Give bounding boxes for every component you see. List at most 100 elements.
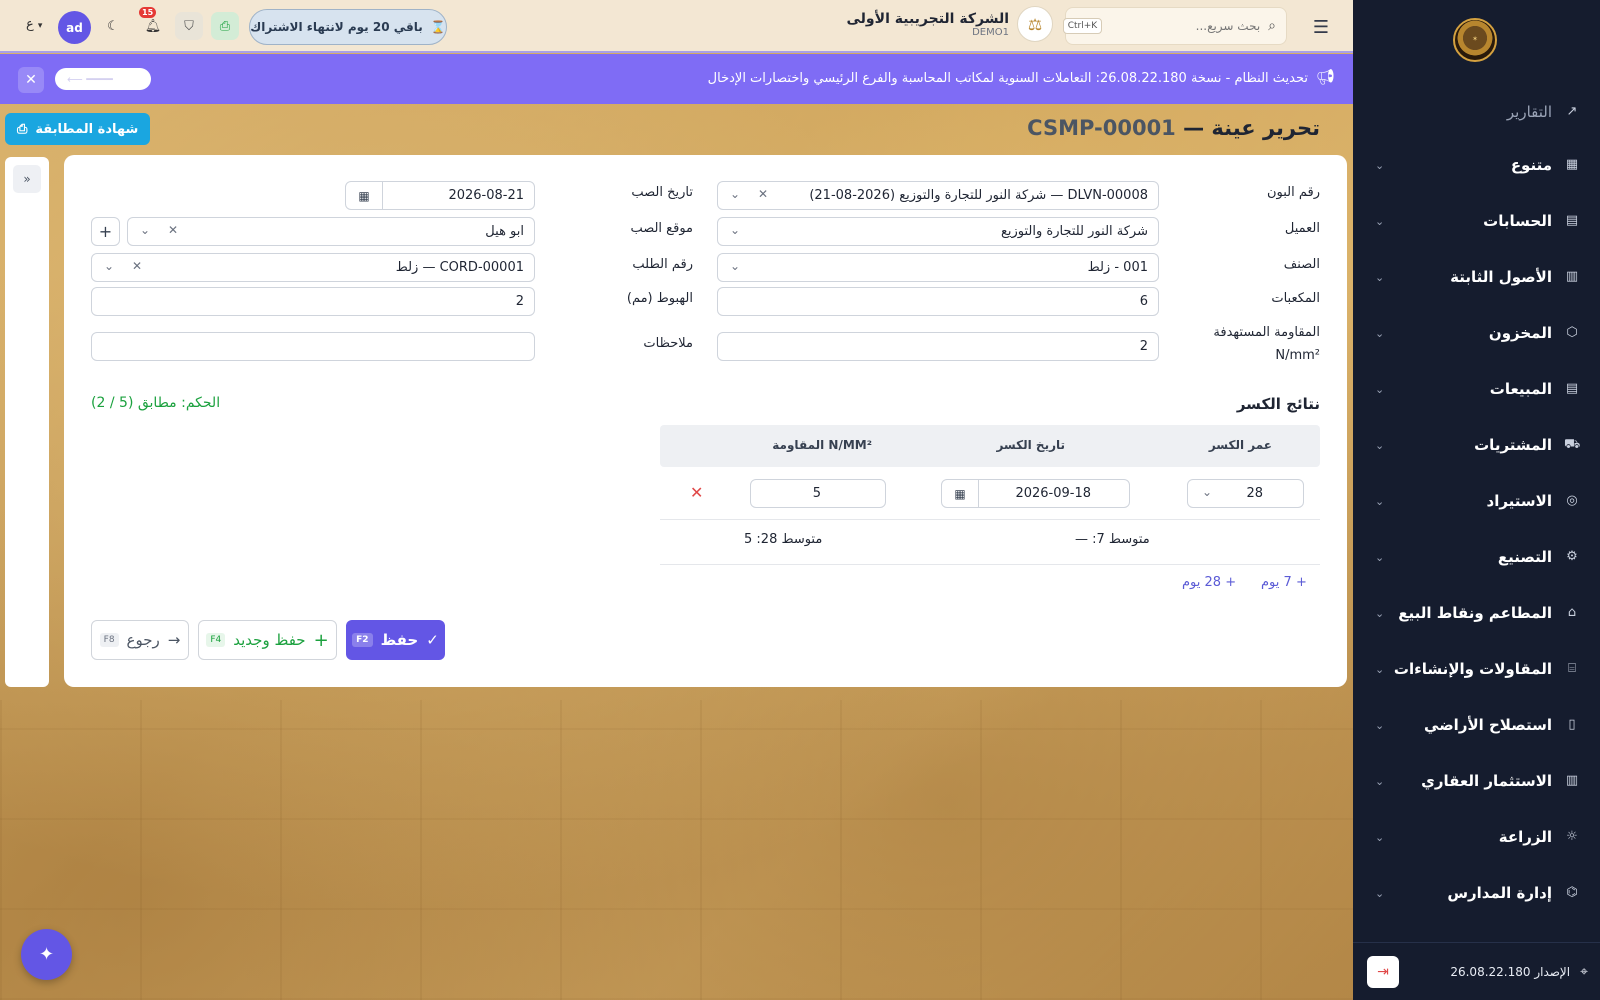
sidebar-item-contracting[interactable]: ⌸ المقاولات والإنشاءات ⌄ (1353, 649, 1600, 689)
notes-input[interactable] (91, 332, 535, 361)
notifications-button[interactable]: 🔔︎ 15 (139, 7, 167, 40)
theme-toggle[interactable]: ☾ (99, 12, 127, 40)
calendar-icon[interactable]: ▦ (942, 480, 979, 507)
certificate-label: شهادة المطابقة (35, 121, 139, 137)
search-input[interactable] (1110, 19, 1261, 33)
sidebar-item-land-reclamation[interactable]: ▯ استصلاح الأراضي ⌄ (1353, 705, 1600, 745)
sidebar-footer: ⇥ الإصدار 26.08.22.180 ⌖ (1353, 942, 1600, 1000)
clear-icon[interactable]: ✕ (132, 259, 142, 273)
back-button[interactable]: F8 رجوع → (91, 620, 189, 660)
chevron-down-icon[interactable]: ⌄ (1202, 485, 1212, 499)
quick-search[interactable]: ⌕ Ctrl+K (1062, 7, 1287, 45)
strength-input[interactable]: 5 (750, 479, 886, 508)
order-select[interactable]: CORD-00001 — زلط ✕ ⌄ (91, 253, 535, 282)
clear-icon[interactable]: ✕ (758, 187, 768, 201)
sample-code: CSMP-00001 (1027, 116, 1176, 140)
menu-icon[interactable]: ☰ (1313, 17, 1329, 38)
box-icon: ⬡ (1566, 325, 1578, 340)
check-icon: ✓ (426, 631, 439, 649)
add-site-button[interactable]: + (91, 217, 120, 246)
save-button[interactable]: F2 حفظ ✓ (346, 620, 445, 660)
remove-row-icon[interactable]: ✕ (690, 483, 703, 502)
sidebar-item-schools[interactable]: ⌬ إدارة المدارس ⌄ (1353, 873, 1600, 913)
row-divider (660, 519, 1320, 520)
chevron-down-icon: ⌄ (1375, 886, 1385, 900)
chevron-down-icon[interactable]: ⌄ (140, 223, 150, 237)
sidebar-item-real-estate[interactable]: ▥ الاستثمار العقاري ⌄ (1353, 761, 1600, 801)
sidebar-item-inventory[interactable]: ⬡ المخزون ⌄ (1353, 313, 1600, 353)
bank-icon: ⌸ (1568, 661, 1576, 676)
pour-date-label: تاريخ الصب (631, 185, 693, 200)
slump-label: الهبوط (مم) (626, 291, 693, 306)
add-7-label: 7 يوم (1261, 575, 1292, 590)
company-switcher[interactable]: ⚖ الشركة التجريبية الأولى DEMO1 (847, 6, 1053, 42)
cubes-input[interactable]: 6 (717, 287, 1159, 316)
sidebar-item-sales[interactable]: ▤ المبيعات ⌄ (1353, 369, 1600, 409)
logout-icon[interactable]: ⇥ (1367, 955, 1399, 988)
save-new-button[interactable]: F4 حفظ وجديد + (198, 620, 337, 660)
chevron-down-icon: ⌄ (1375, 270, 1385, 284)
item-select[interactable]: 001 - زلط ⌄ (717, 253, 1159, 282)
chevron-down-icon[interactable]: ⌄ (104, 259, 114, 273)
chevron-down-icon: ⌄ (1375, 718, 1385, 732)
chevron-down-icon[interactable]: ⌄ (730, 259, 740, 273)
close-icon[interactable]: ✕ (18, 67, 44, 93)
calendar-icon[interactable]: ▦ (346, 182, 383, 209)
chevron-down-icon[interactable]: ⌄ (730, 223, 740, 237)
sidebar-item-accounts[interactable]: ▤ الحسابات ⌄ (1353, 201, 1600, 241)
avatar[interactable]: ad (58, 11, 91, 44)
company-name: الشركة التجريبية الأولى (846, 10, 1009, 27)
chevron-down-icon: ⌄ (1375, 438, 1385, 452)
chevron-down-icon: ⌄ (1375, 382, 1385, 396)
page-title: تحرير عينة — CSMP-00001 (1027, 116, 1320, 140)
pour-site-select[interactable]: ابو هيل ✕ ⌄ (127, 217, 535, 246)
shield-button[interactable]: ⛉ (175, 12, 203, 40)
age-select[interactable]: 28 ⌄ (1187, 479, 1304, 508)
target-strength-label: المقاومة المستهدفة N/mm² (1213, 321, 1320, 367)
sidebar-item-label: الاستثمار العقاري (1421, 772, 1552, 790)
printer-icon: ⎙ (17, 121, 28, 137)
target-strength-unit: N/mm² (1275, 348, 1320, 363)
break-date-field[interactable]: ▦ 2026-09-18 (941, 479, 1130, 508)
sidebar-item-reports[interactable]: ↗ التقارير (1353, 98, 1600, 126)
sidebar-item-restaurants[interactable]: ⌂ المطاعم ونقاط البيع ⌄ (1353, 593, 1600, 633)
certificate-button[interactable]: ⎙ شهادة المطابقة (5, 113, 151, 145)
notification-count: 15 (139, 7, 157, 18)
side-panel: » (5, 157, 49, 687)
announcement-link[interactable]: ⟵ ━━━━ (55, 68, 151, 90)
grid-icon: ▦ (1565, 157, 1579, 172)
results-title: نتائج الكسر (1236, 395, 1320, 413)
clear-icon[interactable]: ✕ (168, 223, 178, 237)
plus-icon: + (1225, 575, 1237, 590)
version-text: الإصدار 26.08.22.180 (1450, 964, 1571, 979)
customer-select[interactable]: شركة النور للتجارة والتوزيع ⌄ (717, 217, 1159, 246)
top-bar: ☰ ⌕ Ctrl+K ⚖ الشركة التجريبية الأولى DEM… (0, 0, 1353, 53)
print-button[interactable]: ⎙ (211, 12, 239, 40)
chevron-down-icon: ⌄ (1375, 606, 1385, 620)
save-label: حفظ (380, 631, 419, 649)
pour-date-field[interactable]: ▦ 2026-08-21 (345, 181, 535, 210)
sidebar-item-fixed-assets[interactable]: ▥ الأصول الثابتة ⌄ (1353, 257, 1600, 297)
brand-logo[interactable]: ✶ (1453, 18, 1497, 62)
voucher-select[interactable]: DLVN-00008 — شركة النور للتجارة والتوزيع… (717, 181, 1159, 210)
language-switcher[interactable]: ع ▾ (26, 17, 42, 32)
sidebar-item-purchases[interactable]: ⛟ المشتريات ⌄ (1353, 425, 1600, 465)
slump-input[interactable]: 2 (91, 287, 535, 316)
back-shortcut: F8 (99, 633, 119, 647)
add-28-day-button[interactable]: + 28 يوم (1182, 575, 1236, 590)
ai-assistant-button[interactable]: ✦ (21, 929, 72, 980)
hourglass-icon: ⌛ (430, 20, 446, 34)
sidebar-item-import[interactable]: ◎ الاستيراد ⌄ (1353, 481, 1600, 521)
chevron-down-icon[interactable]: ⌄ (730, 187, 740, 201)
sidebar-item-misc[interactable]: ▦ متنوع ⌄ (1353, 145, 1600, 185)
sidebar-item-manufacturing[interactable]: ⚙ التصنيع ⌄ (1353, 537, 1600, 577)
add-7-day-button[interactable]: + 7 يوم (1261, 575, 1307, 590)
building-icon: ▥ (1565, 269, 1579, 284)
bell-icon: 🔔︎ (144, 18, 162, 34)
sidebar-item-label: المبيعات (1489, 380, 1552, 398)
target-strength-input[interactable]: 2 (717, 332, 1159, 361)
sidebar-item-agriculture[interactable]: ☼ الزراعة ⌄ (1353, 817, 1600, 857)
expand-icon[interactable]: » (13, 165, 41, 193)
subscription-badge[interactable]: ⌛ باقي 20 يوم لانتهاء الاشتراك (249, 9, 447, 45)
sidebar-item-label: استصلاح الأراضي (1424, 716, 1552, 734)
